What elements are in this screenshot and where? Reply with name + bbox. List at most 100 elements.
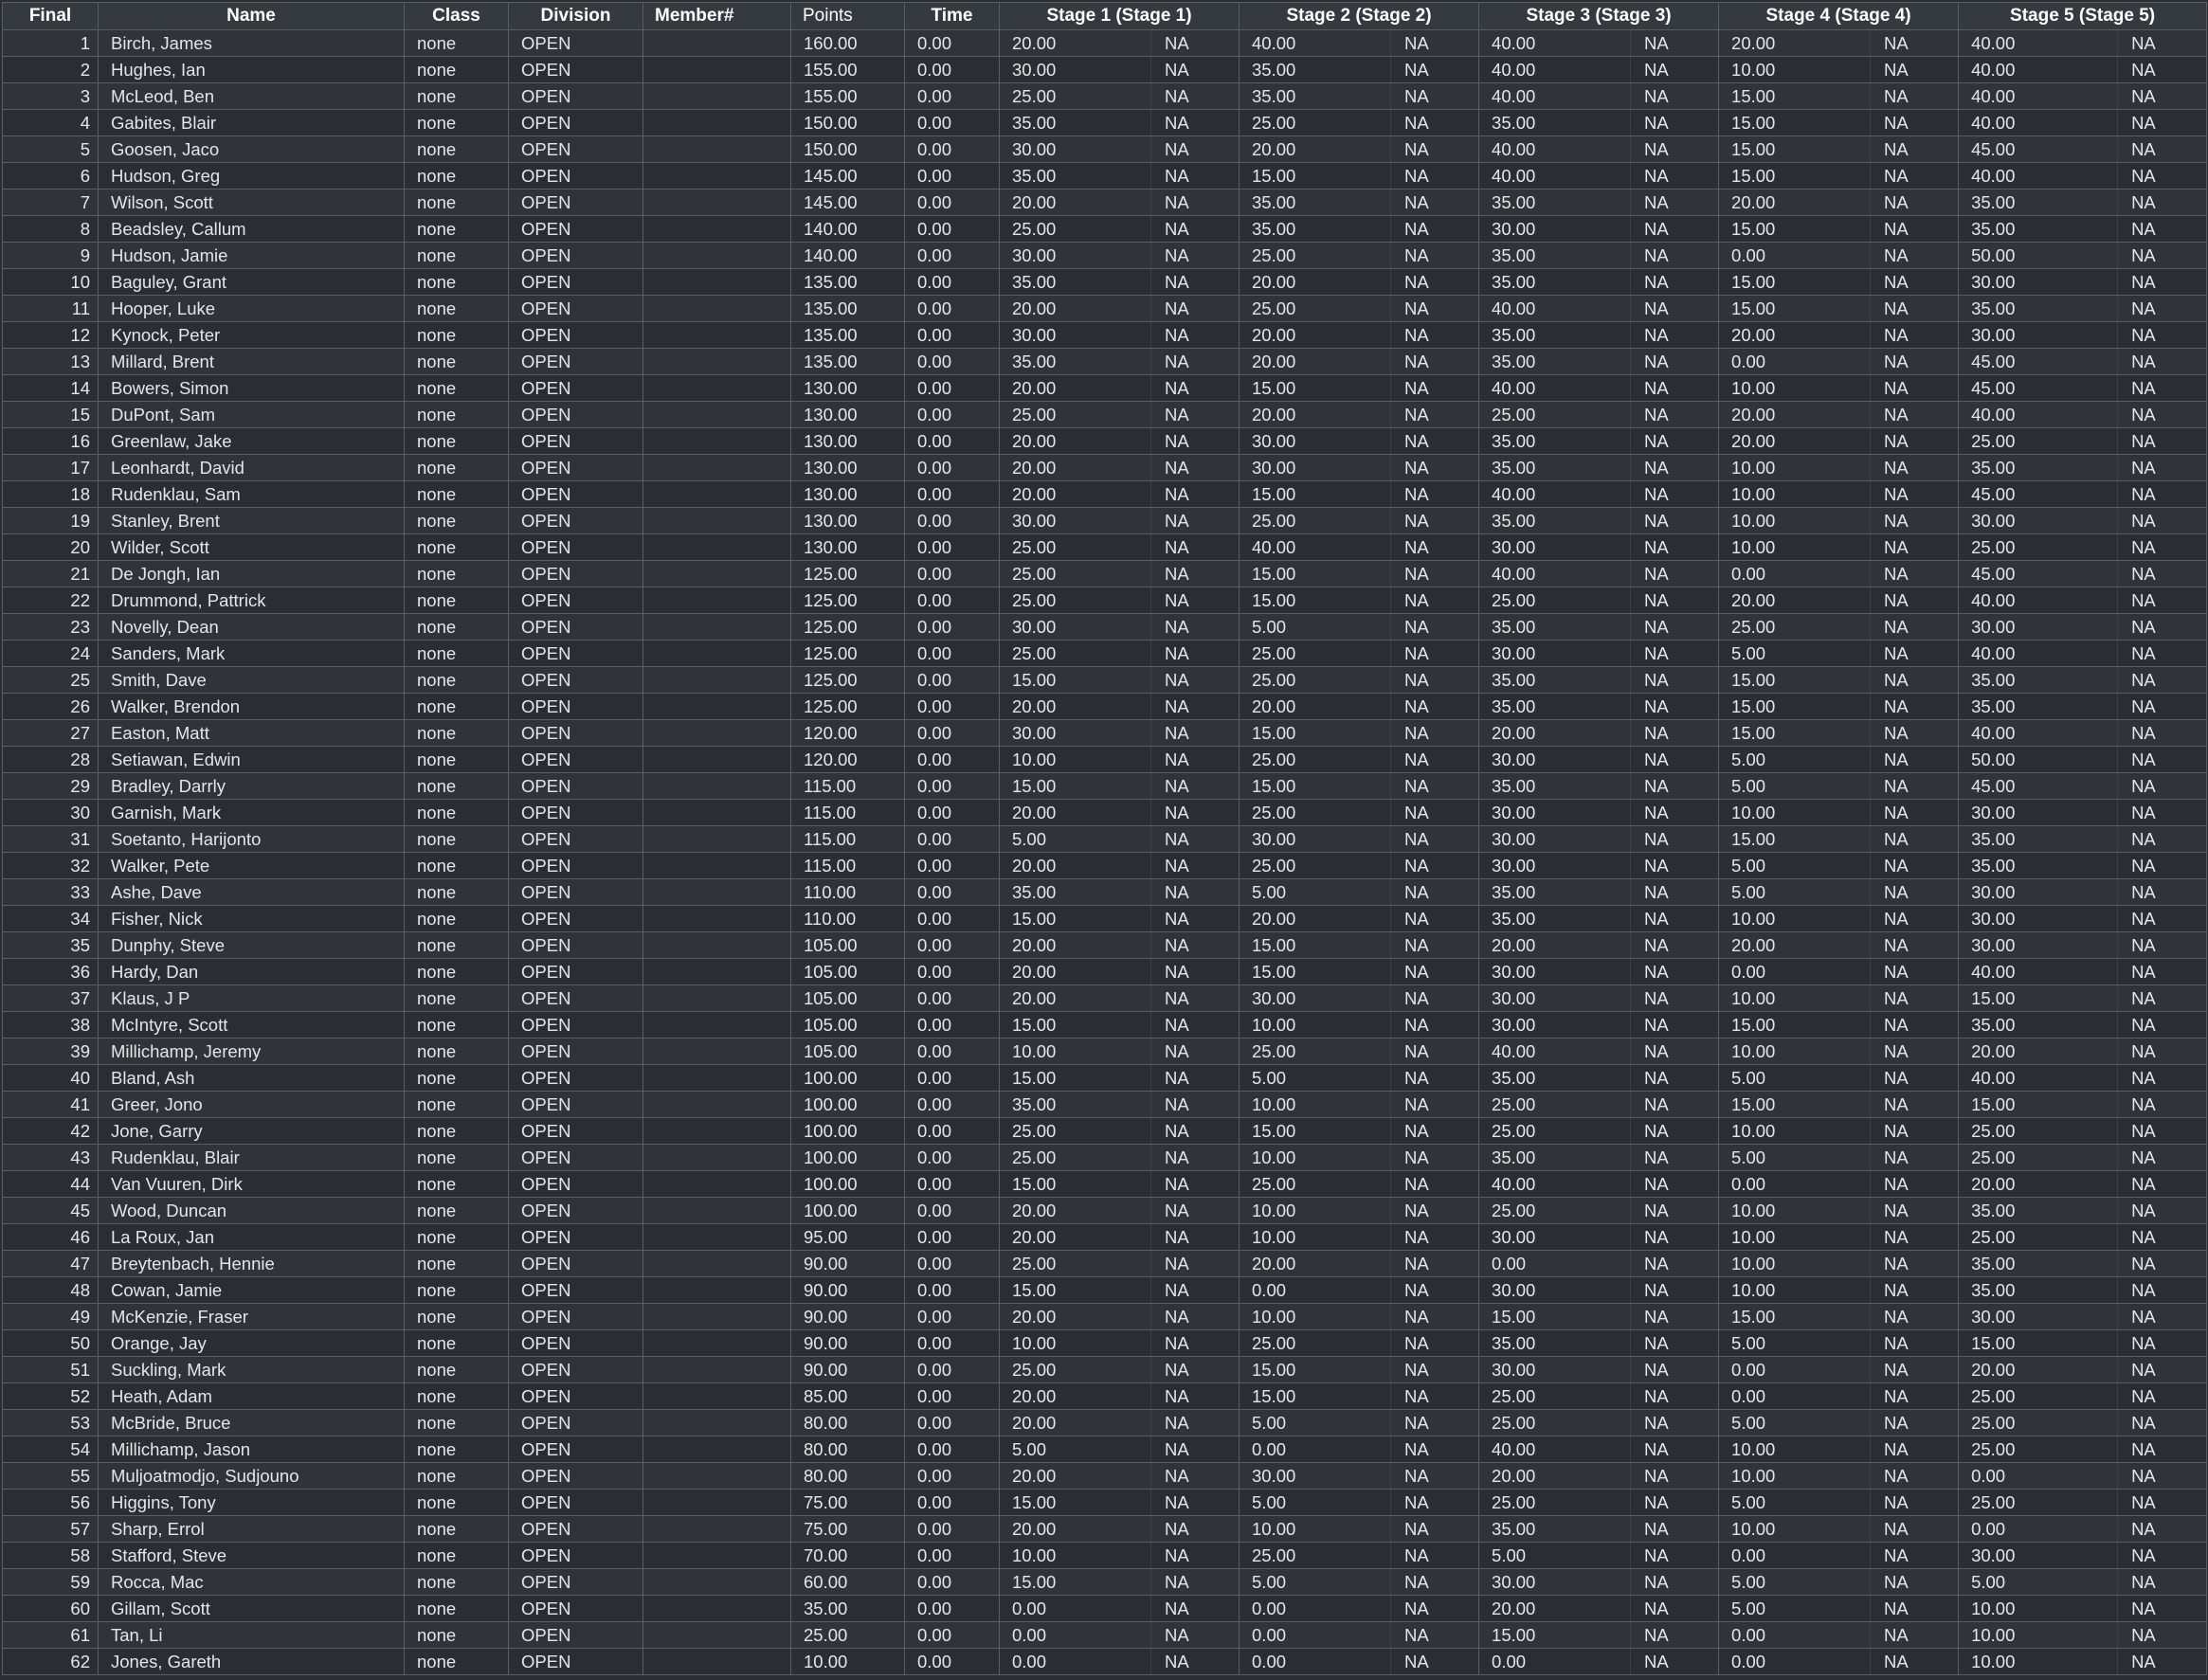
- cell-class: none: [404, 905, 509, 932]
- col-header-stage-4[interactable]: Stage 4 (Stage 4): [1718, 2, 1960, 30]
- cell-name: Rudenklau, Blair: [98, 1144, 405, 1171]
- table-row[interactable]: 2 Hughes, Ian none OPEN 155.00 0.00 30.00 NA 35.…: [2, 56, 2208, 83]
- cell-stage-2-score: 20.00: [1239, 321, 1392, 349]
- col-header-final[interactable]: Final: [2, 2, 99, 30]
- cell-member: [642, 1250, 791, 1277]
- table-row[interactable]: 60 Gillam, Scott none OPEN 35.00 0.00 0.00 NA 0.…: [2, 1595, 2208, 1622]
- table-row[interactable]: 13 Millard, Brent none OPEN 135.00 0.00 35.00 N…: [2, 348, 2208, 375]
- col-header-stage-2[interactable]: Stage 2 (Stage 2): [1239, 2, 1480, 30]
- table-row[interactable]: 42 Jone, Garry none OPEN 100.00 0.00 25.00 NA 15…: [2, 1117, 2208, 1145]
- table-row[interactable]: 44 Van Vuuren, Dirk none OPEN 100.00 0.00 15.0…: [2, 1170, 2208, 1198]
- cell-stage-4-score: 15.00: [1718, 666, 1872, 694]
- table-row[interactable]: 58 Stafford, Steve none OPEN 70.00 0.00 10.00 N…: [2, 1542, 2208, 1569]
- col-header-name[interactable]: Name: [98, 2, 405, 30]
- table-row[interactable]: 38 McIntyre, Scott none OPEN 105.00 0.00 15.00…: [2, 1011, 2208, 1039]
- table-row[interactable]: 53 McBride, Bruce none OPEN 80.00 0.00 20.00 NA…: [2, 1409, 2208, 1436]
- cell-class: none: [404, 1462, 509, 1490]
- table-row[interactable]: 47 Breytenbach, Hennie none OPEN 90.00 0.00 25…: [2, 1250, 2208, 1277]
- cell-stage-3-extra: NA: [1630, 242, 1720, 269]
- table-row[interactable]: 57 Sharp, Errol none OPEN 75.00 0.00 20.00 NA 10…: [2, 1515, 2208, 1543]
- table-row[interactable]: 25 Smith, Dave none OPEN 125.00 0.00 15.00 NA 25…: [2, 666, 2208, 694]
- cell-stage-5-extra: NA: [2117, 772, 2208, 800]
- table-row[interactable]: 40 Bland, Ash none OPEN 100.00 0.00 15.00 NA 5.0…: [2, 1064, 2208, 1092]
- table-row[interactable]: 28 Setiawan, Edwin none OPEN 120.00 0.00 10.00…: [2, 746, 2208, 773]
- table-row[interactable]: 12 Kynock, Peter none OPEN 135.00 0.00 30.00 NA…: [2, 321, 2208, 349]
- table-row[interactable]: 59 Rocca, Mac none OPEN 60.00 0.00 15.00 NA 5.00…: [2, 1568, 2208, 1596]
- table-row[interactable]: 9 Hudson, Jamie none OPEN 140.00 0.00 30.00 NA 2…: [2, 242, 2208, 269]
- table-row[interactable]: 21 De Jongh, Ian none OPEN 125.00 0.00 25.00 NA…: [2, 560, 2208, 587]
- table-row[interactable]: 11 Hooper, Luke none OPEN 135.00 0.00 20.00 NA 2…: [2, 295, 2208, 322]
- col-header-stage-3[interactable]: Stage 3 (Stage 3): [1478, 2, 1720, 30]
- table-row[interactable]: 37 Klaus, J Pnone OPEN 105.00 0.00 20.00 NA 30.…: [2, 985, 2208, 1012]
- table-row[interactable]: 17 Leonhardt, David none OPEN 130.00 0.00 20.0…: [2, 454, 2208, 481]
- table-row[interactable]: 34 Fisher, Nick none OPEN 110.00 0.00 15.00 NA 2…: [2, 905, 2208, 932]
- table-row[interactable]: 61 Tan, Li none OPEN 25.00 0.00 0.00 NA 0.00 NA 15…: [2, 1621, 2208, 1649]
- cell-stage-4-extra: NA: [1870, 1595, 1960, 1622]
- col-header-division[interactable]: Division: [508, 2, 643, 30]
- table-row[interactable]: 43 Rudenklau, Blair none OPEN 100.00 0.00 25.0…: [2, 1144, 2208, 1171]
- table-row[interactable]: 30 Garnish, Mark none OPEN 115.00 0.00 20.00 NA…: [2, 799, 2208, 826]
- col-header-member[interactable]: Member#: [642, 2, 791, 30]
- table-row[interactable]: 5 Goosen, Jaco none OPEN 150.00 0.00 30.00 NA 20…: [2, 135, 2208, 163]
- table-row[interactable]: 10 Baguley, Grant none OPEN 135.00 0.00 35.00 N…: [2, 268, 2208, 296]
- cell-final: 24: [2, 640, 99, 667]
- table-row[interactable]: 14 Bowers, Simon none OPEN 130.00 0.00 20.00 NA…: [2, 374, 2208, 402]
- table-row[interactable]: 1 Birch, James none OPEN 160.00 0.00 20.00 NA 40…: [2, 29, 2208, 57]
- table-row[interactable]: 54 Millichamp, Jason none OPEN 80.00 0.00 5.00…: [2, 1436, 2208, 1463]
- table-row[interactable]: 7 Wilson, Scott none OPEN 145.00 0.00 20.00 NA 3…: [2, 189, 2208, 216]
- cell-stage-5-extra: NA: [2117, 1382, 2208, 1410]
- table-row[interactable]: 46 La Roux, Jan none OPEN 95.00 0.00 20.00 NA 10…: [2, 1223, 2208, 1251]
- col-header-stage-5[interactable]: Stage 5 (Stage 5): [1958, 2, 2208, 30]
- table-row[interactable]: 4 Gabites, Blair none OPEN 150.00 0.00 35.00 NA…: [2, 109, 2208, 136]
- table-row[interactable]: 45 Wood, Duncan none OPEN 100.00 0.00 20.00 NA 1…: [2, 1197, 2208, 1224]
- table-row[interactable]: 19 Stanley, Brent none OPEN 130.00 0.00 30.00 N…: [2, 507, 2208, 534]
- table-row[interactable]: 41 Greer, Jono none OPEN 100.00 0.00 35.00 NA 10…: [2, 1091, 2208, 1118]
- cell-stage-2-extra: NA: [1390, 825, 1480, 853]
- cell-stage-2-score: 10.00: [1239, 1223, 1392, 1251]
- cell-stage-2-score: 0.00: [1239, 1648, 1392, 1675]
- table-row[interactable]: 62 Jones, Gareth none OPEN 10.00 0.00 0.00 NA 0.…: [2, 1648, 2208, 1675]
- cell-stage-5-score: 30.00: [1958, 931, 2119, 959]
- table-row[interactable]: 29 Bradley, Darrly none OPEN 115.00 0.00 15.00…: [2, 772, 2208, 800]
- cell-points: 95.00: [790, 1223, 905, 1251]
- cell-time: 0.00: [904, 1515, 1000, 1543]
- table-row[interactable]: 20 Wilder, Scott none OPEN 130.00 0.00 25.00 NA…: [2, 533, 2208, 561]
- table-row[interactable]: 56 Higgins, Tony none OPEN 75.00 0.00 15.00 NA 5…: [2, 1489, 2208, 1516]
- table-row[interactable]: 33 Ashe, Dave none OPEN 110.00 0.00 35.00 NA 5.0…: [2, 878, 2208, 906]
- col-header-class[interactable]: Class: [404, 2, 509, 30]
- table-row[interactable]: 48 Cowan, Jamie none OPEN 90.00 0.00 15.00 NA 0.…: [2, 1276, 2208, 1304]
- cell-stage-4-extra: NA: [1870, 640, 1960, 667]
- table-row[interactable]: 26 Walker, Brendon none OPEN 125.00 0.00 20.00…: [2, 693, 2208, 720]
- table-row[interactable]: 23 Novelly, Dean none OPEN 125.00 0.00 30.00 NA…: [2, 613, 2208, 641]
- table-row[interactable]: 8 Beadsley, Callum none OPEN 140.00 0.00 25.00…: [2, 215, 2208, 243]
- table-row[interactable]: 39 Millichamp, Jeremy none OPEN 105.00 0.00 10…: [2, 1038, 2208, 1065]
- table-row[interactable]: 36 Hardy, Dan none OPEN 105.00 0.00 20.00 NA 15.…: [2, 958, 2208, 985]
- table-row[interactable]: 50 Orange, Jay none OPEN 90.00 0.00 10.00 NA 25.…: [2, 1329, 2208, 1357]
- cell-stage-3-extra: NA: [1630, 401, 1720, 428]
- table-row[interactable]: 3 McLeod, Ben none OPEN 155.00 0.00 25.00 NA 35.…: [2, 82, 2208, 110]
- table-row[interactable]: 24 Sanders, Mark none OPEN 125.00 0.00 25.00 NA…: [2, 640, 2208, 667]
- table-row[interactable]: 31 Soetanto, Harijonto none OPEN 115.00 0.00 5…: [2, 825, 2208, 853]
- cell-stage-3-extra: NA: [1630, 295, 1720, 322]
- table-row[interactable]: 18 Rudenklau, Sam none OPEN 130.00 0.00 20.00 N…: [2, 480, 2208, 508]
- table-row[interactable]: 35 Dunphy, Steve none OPEN 105.00 0.00 20.00 NA…: [2, 931, 2208, 959]
- table-row[interactable]: 52 Heath, Adam none OPEN 85.00 0.00 20.00 NA 15.…: [2, 1382, 2208, 1410]
- cell-time: 0.00: [904, 772, 1000, 800]
- cell-stage-5-extra: NA: [2117, 427, 2208, 455]
- table-row[interactable]: 15 DuPont, Sam none OPEN 130.00 0.00 25.00 NA 20…: [2, 401, 2208, 428]
- col-header-stage-1[interactable]: Stage 1 (Stage 1): [998, 2, 1240, 30]
- table-row[interactable]: 49 McKenzie, Fraser none OPEN 90.00 0.00 20.00…: [2, 1303, 2208, 1330]
- cell-final: 30: [2, 799, 99, 826]
- table-row[interactable]: 32 Walker, Pete none OPEN 115.00 0.00 20.00 NA 2…: [2, 852, 2208, 879]
- col-header-points[interactable]: Points: [790, 2, 905, 30]
- table-row[interactable]: 6 Hudson, Greg none OPEN 145.00 0.00 35.00 NA 15…: [2, 162, 2208, 190]
- cell-class: none: [404, 1515, 509, 1543]
- table-row[interactable]: 55 Muljoatmodjo, Sudjouno none OPEN 80.00 0.0…: [2, 1462, 2208, 1490]
- table-row[interactable]: 16 Greenlaw, Jake none OPEN 130.00 0.00 20.00 N…: [2, 427, 2208, 455]
- cell-class: none: [404, 162, 509, 190]
- table-row[interactable]: 27 Easton, Matt none OPEN 120.00 0.00 30.00 NA 1…: [2, 719, 2208, 747]
- cell-stage-5-score: 40.00: [1958, 162, 2119, 190]
- table-row[interactable]: 22 Drummond, Pattrick none OPEN 125.00 0.00 25…: [2, 587, 2208, 614]
- table-row[interactable]: 51 Suckling, Mark none OPEN 90.00 0.00 25.00 NA…: [2, 1356, 2208, 1383]
- col-header-time[interactable]: Time: [904, 2, 1000, 30]
